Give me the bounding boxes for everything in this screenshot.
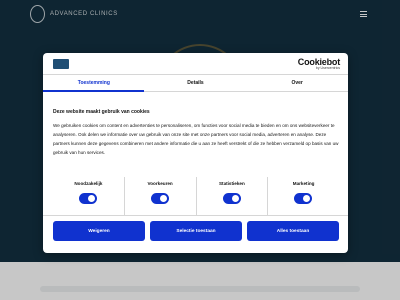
allow-all-button[interactable]: Alles toestaan [247,221,339,241]
toggle-marketing[interactable] [294,193,313,204]
cookie-consent-dialog: Cookiebot by Usercentrics Toestemming De… [43,53,348,253]
tab-details[interactable]: Details [145,75,247,91]
pref-marketing: Marketing [267,177,339,215]
toggle-knob [231,195,239,202]
site-flag-icon [53,59,69,69]
dialog-tabs: Toestemming Details Over [43,75,348,91]
preferences-divider [43,215,348,216]
pref-label: Voorkeuren [147,181,173,186]
toggle-knob [159,195,167,202]
toggle-preferences[interactable] [150,193,169,204]
allow-selection-button[interactable]: Selectie toestaan [150,221,242,241]
pref-label: Noodzakelijk [74,181,103,186]
pref-preferences: Voorkeuren [123,177,196,215]
consent-preferences: Noodzakelijk Voorkeuren Statistieken Mar… [53,177,339,215]
tab-over[interactable]: Over [246,75,348,91]
pref-label: Statistieken [218,181,245,186]
pref-statistics: Statistieken [195,177,268,215]
toggle-statistics[interactable] [222,193,241,204]
toggle-knob [303,195,311,202]
pref-necessary: Noodzakelijk [53,177,124,215]
deny-button[interactable]: Weigeren [53,221,145,241]
consent-title: Deze website maakt gebruik van cookies [53,109,150,115]
toggle-knob [88,195,95,202]
tab-toestemming[interactable]: Toestemming [43,75,145,91]
pref-label: Marketing [292,181,315,186]
active-tab-indicator [43,90,144,92]
toggle-necessary[interactable] [79,193,97,204]
cookiebot-logo[interactable]: Cookiebot by Usercentrics [298,57,340,70]
consent-description: We gebruiken cookies om content en adver… [53,123,339,155]
